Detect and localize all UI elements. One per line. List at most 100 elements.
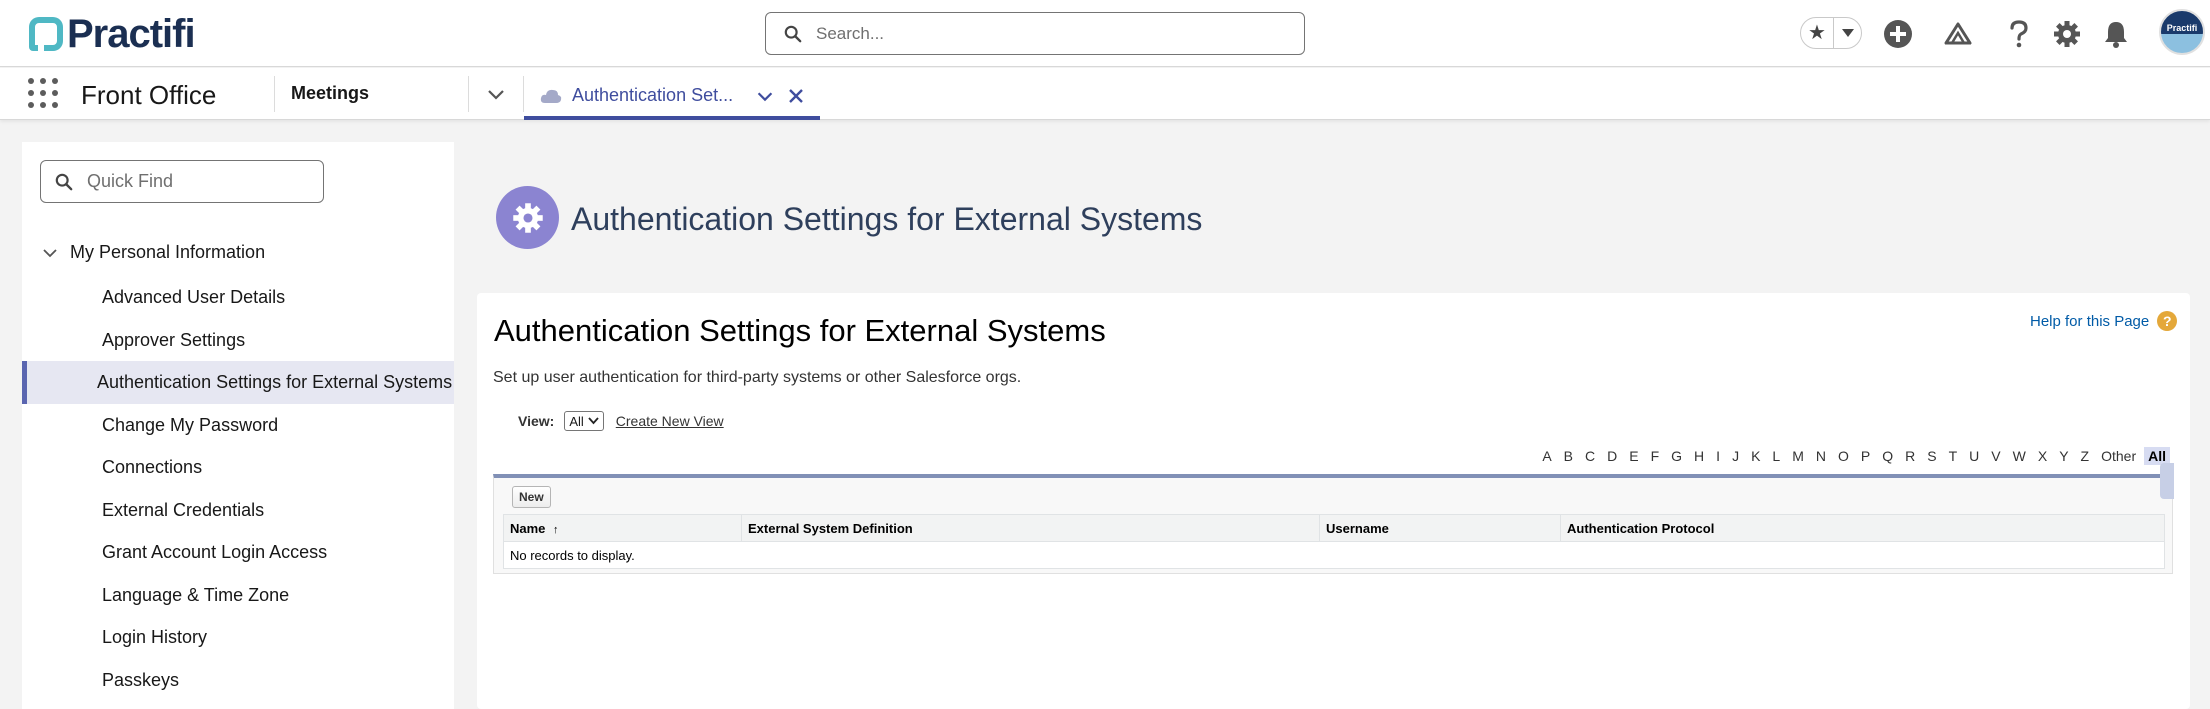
alphabet-filter-item[interactable]: Y — [2059, 448, 2068, 464]
cloud-icon — [540, 89, 562, 103]
alphabet-filter-item[interactable]: R — [1905, 448, 1915, 464]
sidebar-item[interactable]: Advanced User Details — [22, 276, 454, 319]
sidebar-item[interactable]: Change My Password — [22, 404, 454, 447]
chevron-down-icon — [43, 248, 57, 257]
alphabet-filter-item[interactable]: B — [1564, 448, 1573, 464]
gear-icon — [512, 202, 543, 233]
alphabet-filter-item[interactable]: O — [1838, 448, 1849, 464]
chevron-down-icon[interactable] — [754, 85, 776, 107]
records-table: Name ↑ External System Definition Userna… — [503, 514, 2165, 569]
user-avatar[interactable]: Practifi — [2159, 9, 2205, 55]
alphabet-filter-item[interactable]: K — [1751, 448, 1760, 464]
search-icon — [55, 173, 73, 190]
tab-label: Authentication Set... — [572, 85, 734, 105]
help-button[interactable] — [2003, 18, 2035, 50]
question-icon — [2010, 20, 2028, 48]
help-link[interactable]: Help for this Page ? — [2030, 311, 2178, 331]
bell-icon — [2105, 22, 2127, 48]
practifi-logo[interactable]: Practifi — [29, 11, 196, 56]
favorites-button[interactable]: ★ — [1800, 17, 1862, 49]
alphabet-filter-item[interactable]: Z — [2081, 448, 2090, 464]
caret-down-icon — [1841, 29, 1854, 37]
view-filter: View: All Create New View — [518, 411, 724, 431]
nav-divider — [468, 76, 469, 112]
global-actions-button[interactable] — [1882, 18, 1914, 50]
column-header-name[interactable]: Name ↑ — [503, 514, 742, 542]
chevron-down-icon[interactable] — [484, 82, 508, 106]
nav-divider — [274, 76, 275, 112]
column-header-authentication-protocol[interactable]: Authentication Protocol — [1560, 514, 2165, 542]
global-search[interactable] — [765, 12, 1305, 55]
alphabet-filter-item[interactable]: T — [1949, 448, 1958, 464]
alphabet-filter-item[interactable]: P — [1861, 448, 1870, 464]
tab-authentication-settings[interactable]: Authentication Set... — [524, 75, 820, 120]
alphabet-filter-item[interactable]: E — [1629, 448, 1638, 464]
trailhead-button[interactable] — [1942, 18, 1974, 50]
alphabet-filter-item[interactable]: W — [2013, 448, 2026, 464]
alphabet-filter-item[interactable]: Other — [2101, 448, 2136, 464]
sidebar-item[interactable]: Connections — [22, 446, 454, 489]
page-description: Set up user authentication for third-par… — [493, 369, 1022, 386]
alphabet-filter-item[interactable]: N — [1816, 448, 1826, 464]
sidebar-item[interactable]: Grant Account Login Access — [22, 531, 454, 574]
alphabet-filter-item[interactable]: L — [1772, 448, 1780, 464]
records-list: New Name ↑ External System Definition Us… — [493, 474, 2173, 574]
sort-ascending-icon: ↑ — [553, 523, 559, 536]
alphabet-filter-item[interactable]: Q — [1882, 448, 1893, 464]
sidebar-item[interactable]: External Credentials — [22, 489, 454, 532]
view-select[interactable]: All — [564, 411, 604, 431]
plus-circle-icon — [1884, 20, 1912, 48]
alphabet-filter-item[interactable]: F — [1651, 448, 1660, 464]
tree-section-header[interactable]: My Personal Information — [42, 242, 265, 263]
column-label: Authentication Protocol — [1567, 520, 1715, 536]
new-button[interactable]: New — [512, 486, 551, 508]
card-title: Authentication Settings for External Sys… — [494, 313, 1106, 348]
logo-text: Practifi — [67, 11, 196, 56]
alphabet-filter-item[interactable]: M — [1792, 448, 1804, 464]
section-label: My Personal Information — [70, 242, 266, 262]
alphabet-filter-item[interactable]: U — [1969, 448, 1979, 464]
setup-button[interactable] — [2051, 18, 2083, 50]
alphabet-filter: A B C D E F G H I J K L M N O P Q R S T U V W X Y Z Other All — [477, 447, 2170, 465]
avatar-label: Practifi — [2166, 23, 2198, 33]
sidebar-items: Advanced User Details Approver Settings Au… — [22, 276, 454, 701]
create-new-view-link[interactable]: Create New View — [616, 413, 724, 429]
column-header-username[interactable]: Username — [1319, 514, 1561, 542]
mountain-icon — [1944, 22, 1972, 45]
page-icon — [496, 186, 559, 249]
star-icon: ★ — [1808, 22, 1826, 44]
view-select-value: All — [569, 413, 584, 429]
side-panel-handle[interactable] — [2160, 463, 2174, 499]
close-icon[interactable] — [786, 86, 806, 106]
alphabet-filter-item[interactable]: D — [1607, 448, 1617, 464]
view-label: View: — [518, 413, 555, 429]
alphabet-filter-item[interactable]: I — [1716, 448, 1720, 464]
alphabet-filter-item[interactable]: H — [1694, 448, 1704, 464]
content-card: Authentication Settings for External Sys… — [477, 293, 2190, 709]
favorites-dropdown[interactable] — [1833, 18, 1861, 48]
alphabet-filter-item[interactable]: C — [1585, 448, 1595, 464]
alphabet-filter-item[interactable]: A — [1542, 448, 1551, 464]
alphabet-filter-item[interactable]: G — [1671, 448, 1682, 464]
app-launcher-icon[interactable] — [28, 78, 58, 108]
app-name: Front Office — [81, 80, 217, 110]
sidebar-item[interactable]: Passkeys — [22, 659, 454, 702]
sidebar-item[interactable]: Approver Settings — [22, 319, 454, 362]
alphabet-filter-item[interactable]: S — [1927, 448, 1936, 464]
search-input[interactable] — [816, 23, 1276, 44]
quick-find-input[interactable] — [87, 171, 307, 192]
sidebar-item[interactable]: Authentication Settings for External Sys… — [22, 361, 454, 404]
logo-mark-icon — [29, 17, 63, 51]
column-label: External System Definition — [748, 520, 913, 536]
chevron-down-icon — [588, 417, 599, 425]
alphabet-filter-item[interactable]: V — [1991, 448, 2000, 464]
sidebar-item[interactable]: Login History — [22, 616, 454, 659]
empty-state: No records to display. — [503, 541, 2165, 569]
quick-find[interactable] — [40, 160, 324, 203]
alphabet-filter-item[interactable]: X — [2038, 448, 2047, 464]
column-header-external-system-definition[interactable]: External System Definition — [741, 514, 1320, 542]
sidebar-item[interactable]: Language & Time Zone — [22, 574, 454, 617]
nav-item-meetings[interactable]: Meetings — [291, 83, 369, 104]
alphabet-filter-item[interactable]: J — [1732, 448, 1739, 464]
notifications-button[interactable] — [2100, 18, 2132, 50]
